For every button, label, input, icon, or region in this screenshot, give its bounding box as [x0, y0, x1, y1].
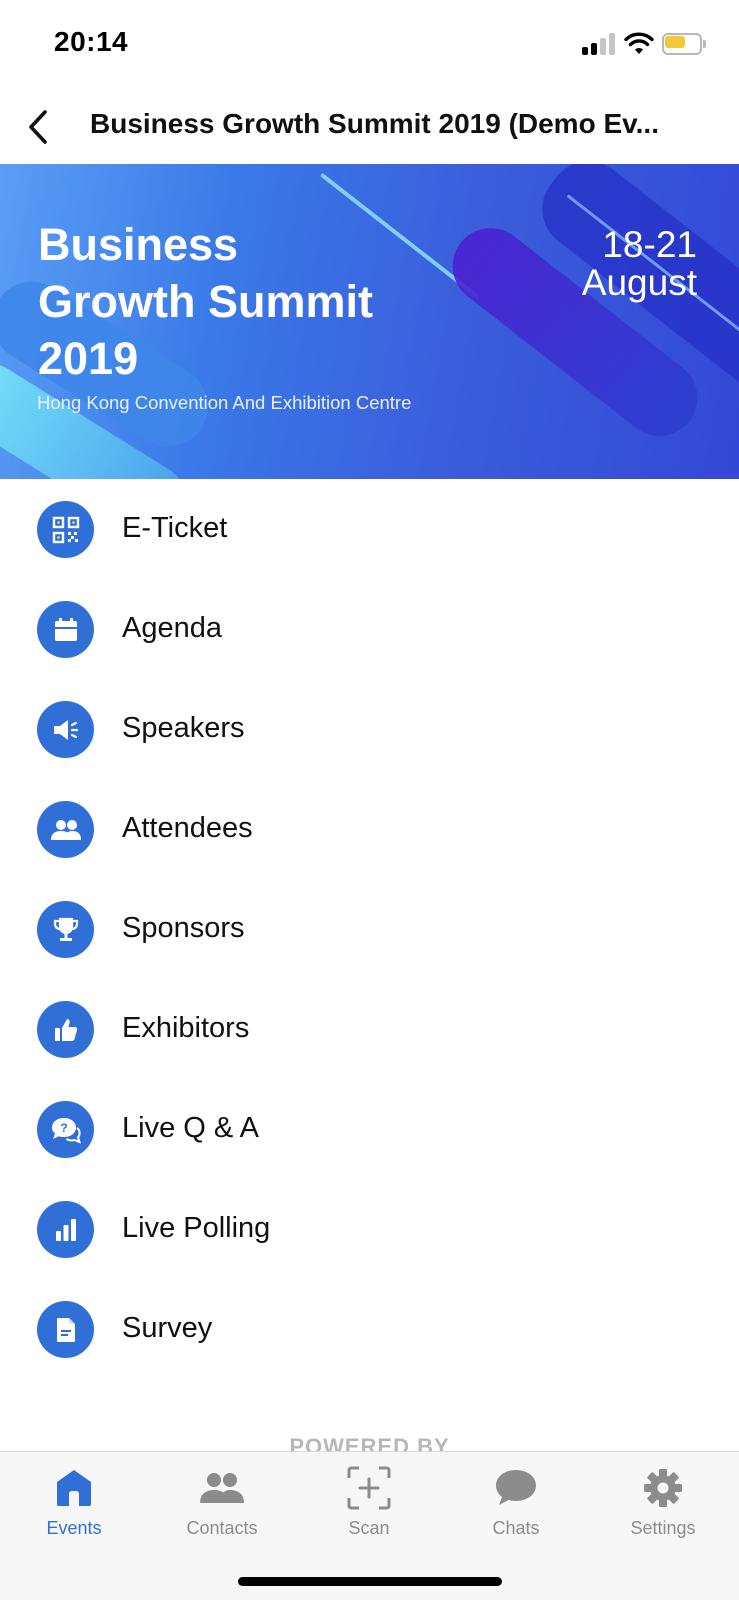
banner-date-days: 18-21 [602, 224, 697, 265]
home-icon [50, 1466, 98, 1510]
banner-date-month: August [581, 262, 697, 303]
cellular-signal-icon [582, 33, 616, 55]
menu-item-label: E-Ticket [122, 512, 228, 544]
menu-item-label: Live Polling [122, 1212, 271, 1244]
bar-chart-icon [37, 1201, 94, 1258]
menu-item-label: Live Q & A [122, 1112, 260, 1144]
status-bar: 20:14 [0, 0, 739, 90]
contacts-icon [198, 1466, 246, 1510]
calendar-icon [37, 601, 94, 658]
tab-label: Contacts [186, 1518, 258, 1538]
menu-item-exhibitors[interactable]: Exhibitors [0, 979, 739, 1079]
menu-item-agenda[interactable]: Agenda [0, 579, 739, 679]
trophy-icon [37, 901, 94, 958]
tab-chats[interactable]: Chats [442, 1452, 590, 1547]
question-chat-icon: ? [37, 1101, 94, 1158]
page-title: Business Growth Summit 2019 (Demo Ev... [90, 108, 659, 139]
menu-item-label: Survey [122, 1312, 213, 1344]
chevron-left-icon [29, 110, 47, 144]
tab-label: Chats [492, 1518, 540, 1538]
tab-label: Events [46, 1518, 102, 1538]
tab-events[interactable]: Events [0, 1452, 148, 1547]
banner-title-line: Growth Summit [38, 276, 373, 327]
menu-item-e-ticket[interactable]: E-Ticket [0, 479, 739, 579]
menu-item-live-q-and-a[interactable]: ? Live Q & A [0, 1079, 739, 1179]
event-banner: Business Growth Summit 2019 Hong Kong Co… [0, 164, 739, 479]
menu-item-live-polling[interactable]: Live Polling [0, 1179, 739, 1279]
menu-item-label: Exhibitors [122, 1012, 250, 1044]
banner-venue: Hong Kong Convention And Exhibition Cent… [37, 392, 412, 413]
menu-item-attendees[interactable]: Attendees [0, 779, 739, 879]
megaphone-icon [37, 701, 94, 758]
chat-bubble-icon [492, 1466, 540, 1510]
banner-title-line: 2019 [38, 333, 139, 384]
menu-item-label: Speakers [122, 712, 245, 744]
event-menu: E-Ticket Agenda Speakers Attendees Spons… [0, 479, 739, 1379]
back-button[interactable] [18, 104, 58, 150]
banner-title-line: Business [38, 219, 239, 270]
banner-date: 18-21 August [537, 226, 697, 302]
menu-item-label: Agenda [122, 612, 222, 644]
home-indicator[interactable] [238, 1577, 502, 1586]
thumbs-up-icon [37, 1001, 94, 1058]
menu-item-survey[interactable]: Survey [0, 1279, 739, 1379]
status-time: 20:14 [54, 26, 129, 57]
document-icon [37, 1301, 94, 1358]
menu-item-sponsors[interactable]: Sponsors [0, 879, 739, 979]
tab-label: Scan [348, 1518, 390, 1538]
tab-contacts[interactable]: Contacts [148, 1452, 296, 1547]
scan-icon [345, 1466, 393, 1510]
people-icon [37, 801, 94, 858]
powered-by-text: POWERED BY [289, 1434, 450, 1452]
wifi-icon [624, 32, 654, 56]
battery-icon [662, 33, 706, 55]
banner-title: Business Growth Summit 2019 [38, 216, 458, 387]
navigation-bar: Business Growth Summit 2019 (Demo Ev... [0, 90, 739, 164]
qr-code-icon [37, 501, 94, 558]
tab-label: Settings [630, 1518, 696, 1538]
svg-text:?: ? [60, 1121, 67, 1135]
menu-item-speakers[interactable]: Speakers [0, 679, 739, 779]
tab-settings[interactable]: Settings [589, 1452, 737, 1547]
menu-item-label: Attendees [122, 812, 253, 844]
menu-item-label: Sponsors [122, 912, 245, 944]
tab-scan[interactable]: Scan [295, 1452, 443, 1547]
gear-icon [639, 1466, 687, 1510]
